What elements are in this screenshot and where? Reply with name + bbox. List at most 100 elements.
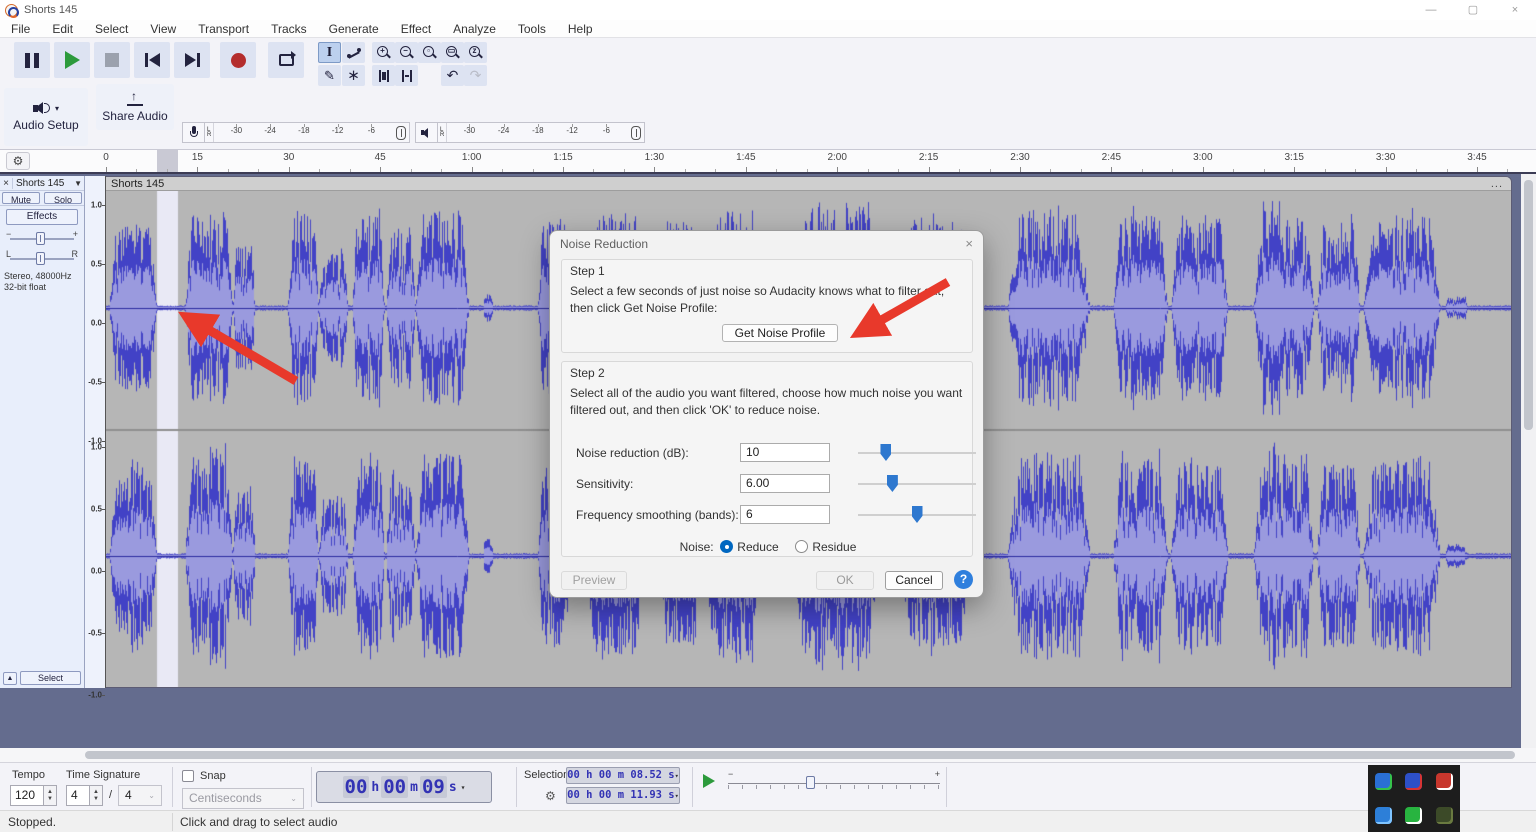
time-signature-upper[interactable]: 4	[66, 785, 90, 806]
timeline-options-button[interactable]: ⚙	[6, 152, 30, 170]
sensitivity-slider[interactable]	[858, 474, 976, 493]
selection-tool-button[interactable]: I	[318, 42, 341, 63]
time-signature-spinner-icon[interactable]: ▲▼	[90, 785, 103, 806]
recording-meter[interactable]: LR -30-24-18-12-6	[182, 122, 410, 143]
tray-app-swirl-icon[interactable]	[1375, 807, 1392, 824]
play-button[interactable]	[54, 42, 90, 78]
undo-button[interactable]: ↶	[441, 65, 464, 86]
play-at-speed-button[interactable]	[698, 771, 720, 791]
skip-to-start-button[interactable]	[134, 42, 170, 78]
menu-view[interactable]: View	[139, 20, 187, 38]
preview-button[interactable]: Preview	[561, 571, 627, 590]
menu-transport[interactable]: Transport	[187, 20, 260, 38]
selection-start-field[interactable]: 00 h 00 m 08.52 s▾	[566, 767, 680, 784]
maximize-icon[interactable]: ▢	[1452, 0, 1494, 20]
track-close-button[interactable]: ×	[0, 178, 13, 189]
audio-position-display[interactable]: 00h00m09s▾	[316, 771, 492, 803]
timeline-ruler[interactable]: 01530451:001:151:301:452:002:152:302:453…	[106, 150, 1512, 172]
skip-to-end-button[interactable]	[174, 42, 210, 78]
effects-button[interactable]: Effects	[6, 209, 78, 225]
play-speed-slider-thumb[interactable]	[806, 776, 815, 789]
frequency-smoothing-slider-thumb[interactable]	[912, 506, 923, 523]
horizontal-scrollbar[interactable]	[0, 748, 1536, 762]
ruler-label: 2:15	[919, 152, 938, 163]
vertical-scrollbar-thumb[interactable]	[1524, 180, 1533, 430]
selection-options-gear-icon[interactable]: ⚙	[545, 789, 556, 803]
cancel-button[interactable]: Cancel	[885, 571, 943, 590]
ok-button[interactable]: OK	[816, 571, 874, 590]
mute-button[interactable]: Mute	[2, 192, 40, 204]
silence-audio-button[interactable]	[395, 65, 418, 86]
menu-select[interactable]: Select	[84, 20, 139, 38]
noise-reduction-input[interactable]: 10	[740, 443, 830, 462]
menu-analyze[interactable]: Analyze	[442, 20, 507, 38]
vertical-scale-ruler[interactable]: 1.00.50.0-0.5-1.01.00.50.0-0.5-1.0	[85, 176, 106, 688]
noise-reduction-slider[interactable]	[858, 443, 976, 462]
clip-overflow-button[interactable]: ...	[1491, 180, 1511, 188]
sensitivity-slider-thumb[interactable]	[887, 475, 898, 492]
tempo-stepper[interactable]: 120 ▲▼	[10, 785, 57, 806]
clip-header[interactable]: Shorts 145 ...	[106, 177, 1511, 191]
menu-generate[interactable]: Generate	[318, 20, 390, 38]
draw-tool-button[interactable]: ✎	[318, 65, 341, 86]
time-signature-lower-select[interactable]: 4⌄	[118, 785, 162, 806]
solo-button[interactable]: Solo	[44, 192, 82, 204]
selection-end-field[interactable]: 00 h 00 m 11.93 s▾	[566, 787, 680, 804]
minimize-icon[interactable]: —	[1410, 0, 1452, 20]
menu-tools[interactable]: Tools	[507, 20, 557, 38]
tray-app-orb-icon[interactable]	[1405, 773, 1422, 790]
trim-audio-button[interactable]	[372, 65, 395, 86]
time-signature-upper-stepper[interactable]: 4 ▲▼	[66, 785, 103, 806]
zoom-fit-button[interactable]: ▭	[441, 42, 464, 63]
menu-edit[interactable]: Edit	[41, 20, 84, 38]
track-collapse-button[interactable]: ▲	[3, 672, 17, 685]
residue-radio[interactable]	[795, 540, 808, 553]
zoom-toggle-button[interactable]: z	[464, 42, 487, 63]
noise-reduction-slider-thumb[interactable]	[880, 444, 891, 461]
snap-mode-select[interactable]: Centiseconds⌄	[182, 788, 304, 809]
play-speed-slider[interactable]: − +	[728, 771, 940, 791]
record-button[interactable]	[220, 42, 256, 78]
pan-slider[interactable]: L R	[8, 249, 76, 267]
get-noise-profile-button[interactable]: Get Noise Profile	[722, 324, 838, 342]
zoom-in-button[interactable]: +	[372, 42, 395, 63]
stop-button[interactable]	[94, 42, 130, 78]
tray-app-red-s-icon[interactable]	[1436, 773, 1453, 790]
help-button[interactable]: ?	[954, 570, 973, 589]
track-name[interactable]: Shorts 145	[13, 178, 74, 189]
close-icon[interactable]: ×	[1494, 0, 1536, 20]
tempo-spinner-icon[interactable]: ▲▼	[44, 785, 57, 806]
gain-slider-thumb[interactable]	[36, 232, 45, 245]
pan-slider-thumb[interactable]	[36, 252, 45, 265]
frequency-smoothing-slider[interactable]	[858, 505, 976, 524]
multi-tool-button[interactable]: ∗	[342, 65, 365, 86]
menu-file[interactable]: File	[0, 20, 41, 38]
gain-slider[interactable]: − +	[8, 229, 76, 247]
tempo-value[interactable]: 120	[10, 785, 44, 806]
playback-meter[interactable]: LR -30-24-18-12-6	[415, 122, 645, 143]
vertical-scrollbar[interactable]	[1521, 174, 1536, 748]
envelope-tool-button[interactable]	[342, 42, 365, 63]
track-menu-dropdown-icon[interactable]: ▼	[74, 179, 84, 188]
sensitivity-input[interactable]: 6.00	[740, 474, 830, 493]
loop-button[interactable]	[268, 42, 304, 78]
audio-setup-button[interactable]: ▾ Audio Setup	[4, 88, 88, 146]
menu-help[interactable]: Help	[557, 20, 604, 38]
tray-app-dark-icon[interactable]	[1436, 807, 1453, 824]
horizontal-scrollbar-thumb[interactable]	[85, 751, 1515, 759]
menu-tracks[interactable]: Tracks	[260, 20, 318, 38]
share-audio-button[interactable]: Share Audio	[96, 84, 174, 130]
frequency-smoothing-input[interactable]: 6	[740, 505, 830, 524]
redo-button[interactable]: ↷	[464, 65, 487, 86]
tray-app-green-chat-icon[interactable]	[1405, 807, 1422, 824]
reduce-radio[interactable]	[720, 540, 733, 553]
track-select-button[interactable]: Select	[20, 671, 81, 685]
tray-app-blue-gear-icon[interactable]	[1375, 773, 1392, 790]
menu-effect[interactable]: Effect	[390, 20, 442, 38]
time-format-dropdown-icon[interactable]: ▾	[461, 783, 466, 792]
zoom-out-button[interactable]: −	[395, 42, 418, 63]
snap-checkbox[interactable]	[182, 770, 194, 782]
zoom-selection-button[interactable]: ▫	[418, 42, 441, 63]
dialog-close-icon[interactable]: ×	[965, 236, 973, 251]
pause-button[interactable]	[14, 42, 50, 78]
